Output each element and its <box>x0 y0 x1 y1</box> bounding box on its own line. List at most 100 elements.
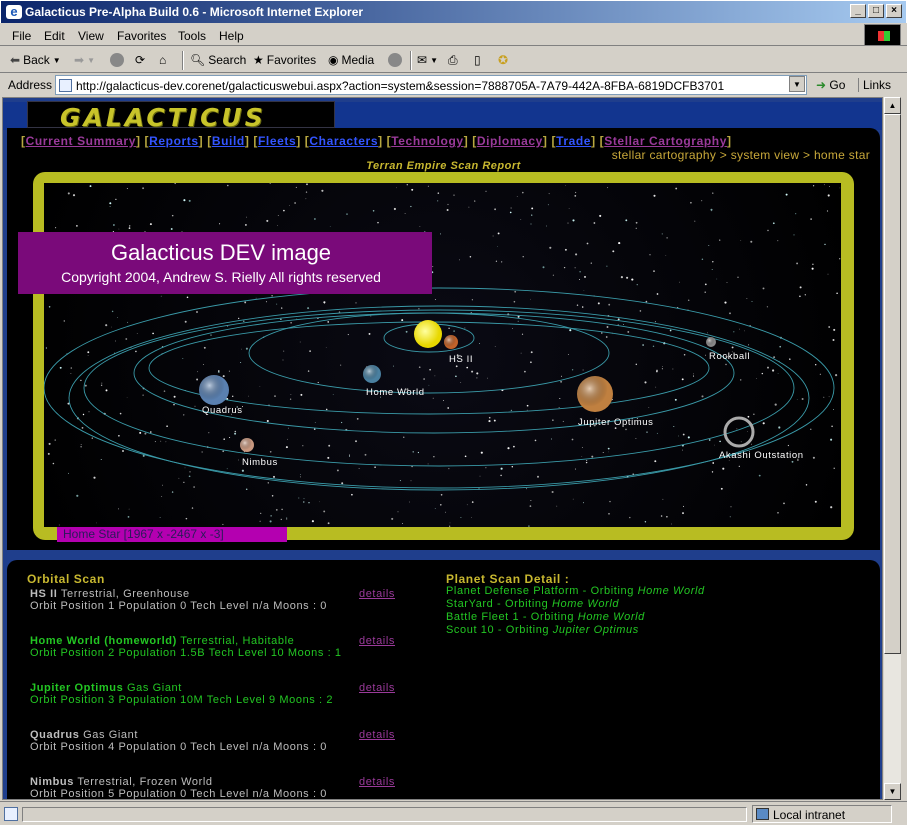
planet-label-akashi-outstation: Akashi Outstation <box>719 450 804 461</box>
menu-favorites[interactable]: Favorites <box>117 29 166 43</box>
minimize-button[interactable]: _ <box>850 4 866 18</box>
planet-label-rockball: Rockball <box>709 351 750 362</box>
detail-item: Planet Defense Platform - Orbiting Home … <box>446 585 705 597</box>
media-icon: ◉ <box>328 53 339 67</box>
nav-trade[interactable]: Trade <box>556 134 591 148</box>
nav-current-summary[interactable]: Current Summary <box>26 134 136 148</box>
nav-stellar-cartography[interactable]: Stellar Cartography <box>604 134 727 148</box>
planet-akashi-outstation-icon[interactable] <box>723 416 755 448</box>
back-arrow-icon: ⬅ <box>10 53 21 67</box>
orbital-item-quadrus: Quadrus Gas Giant Orbit Position 4 Popul… <box>30 729 327 753</box>
location-tab: Home Star [1967 x -2467 x -3] <box>57 527 287 542</box>
orbital-item-nimbus: Nimbus Terrestrial, Frozen World Orbit P… <box>30 776 327 800</box>
planet-home-world-shading <box>363 365 381 383</box>
favorites-icon: ★ <box>253 53 264 67</box>
details-link-home-world[interactable]: details <box>359 635 395 647</box>
refresh-button[interactable]: ⟳ <box>135 53 145 67</box>
planet-quadrus-shading <box>199 375 229 405</box>
nav-fleets[interactable]: Fleets <box>258 134 296 148</box>
window-title: Galacticus Pre-Alpha Build 0.6 - Microso… <box>25 5 364 19</box>
planet-label-nimbus: Nimbus <box>242 457 278 468</box>
scan-report-title: Terran Empire Scan Report <box>366 160 521 172</box>
home-icon: ⌂ <box>159 53 167 67</box>
window-titlebar[interactable]: e Galacticus Pre-Alpha Build 0.6 - Micro… <box>0 0 907 23</box>
details-link-jupiter-optimus[interactable]: details <box>359 682 395 694</box>
menu-tools[interactable]: Tools <box>178 29 206 43</box>
refresh-icon: ⟳ <box>135 53 146 67</box>
home-button[interactable]: ⌂ <box>159 53 166 67</box>
nav-diplomacy[interactable]: Diplomacy <box>477 134 543 148</box>
nav-build[interactable]: Build <box>212 134 245 148</box>
orbital-scan-heading: Orbital Scan <box>27 572 105 586</box>
vertical-scrollbar[interactable]: ▲ ▼ <box>884 97 901 800</box>
menu-file[interactable]: File <box>12 29 31 43</box>
details-link-quadrus[interactable]: details <box>359 729 395 741</box>
messenger-icon: ✪ <box>498 53 509 67</box>
favorites-button[interactable]: ★ Favorites <box>253 53 316 67</box>
history-icon <box>388 53 402 67</box>
watermark-copyright: Copyright 2004, Andrew S. Rielly All rig… <box>61 269 381 285</box>
menu-bar: File Edit View Favorites Tools Help <box>0 24 907 46</box>
main-nav: [Current Summary] [Reports] [Build] [Fle… <box>21 134 732 148</box>
planet-label-quadrus: Quadrus <box>202 405 243 416</box>
sun-icon[interactable] <box>414 320 442 348</box>
scroll-up-button[interactable]: ▲ <box>884 97 901 114</box>
edit-icon: ▯ <box>474 53 481 67</box>
galacticus-page: GALACTICUS [Current Summary] [Reports] [… <box>3 98 882 800</box>
address-bar: Address http://galacticus-dev.corenet/ga… <box>0 74 907 96</box>
windows-flag-icon <box>864 24 901 46</box>
status-bar: Local intranet <box>0 801 907 825</box>
address-dropdown-button[interactable]: ▼ <box>789 76 805 92</box>
print-button[interactable]: ⎙ <box>448 53 458 68</box>
close-button[interactable]: × <box>886 4 902 18</box>
menu-edit[interactable]: Edit <box>44 29 65 43</box>
scroll-down-button[interactable]: ▼ <box>884 783 901 800</box>
logo-box: GALACTICUS <box>27 101 335 132</box>
planet-label-jupiter-optimus: Jupiter Optimus <box>578 417 654 428</box>
history-button[interactable] <box>388 53 402 67</box>
search-icon: 🔍︎ <box>190 53 206 67</box>
go-arrow-icon: ➜ <box>816 78 827 92</box>
media-button[interactable]: ◉ Media <box>328 53 374 67</box>
planet-label-hs-ii: HS II <box>449 354 473 365</box>
scroll-thumb[interactable] <box>884 114 901 654</box>
nav-reports[interactable]: Reports <box>149 134 199 148</box>
menu-help[interactable]: Help <box>219 29 244 43</box>
planet-label-home-world: Home World <box>366 387 425 398</box>
back-button[interactable]: ⬅ Back ▼ <box>10 53 61 67</box>
nav-characters[interactable]: Characters <box>309 134 378 148</box>
dev-watermark: Galacticus DEV image Copyright 2004, And… <box>18 232 432 294</box>
planet-jupiter-optimus-shading <box>577 376 613 412</box>
address-input[interactable]: http://galacticus-dev.corenet/galacticus… <box>55 75 807 95</box>
intranet-icon <box>756 808 769 820</box>
detail-item: StarYard - Orbiting Home World <box>446 598 620 610</box>
edit-button[interactable]: ▯ <box>474 53 481 67</box>
planet-hs-ii-shading <box>444 335 458 349</box>
links-button[interactable]: Links <box>858 78 891 92</box>
nav-technology[interactable]: Technology <box>391 134 463 148</box>
orbital-item-jupiter-optimus: Jupiter Optimus Gas Giant Orbit Position… <box>30 682 334 706</box>
messenger-button[interactable]: ✪ <box>498 53 508 67</box>
page-status-icon <box>4 807 18 821</box>
security-zone: Local intranet <box>752 805 892 823</box>
menu-view[interactable]: View <box>78 29 104 43</box>
details-link-nimbus[interactable]: details <box>359 776 395 788</box>
toolbar: ⬅ Back ▼ ➡ ▼ ⟳ ⌂ 🔍︎ Search ★ Favorites ◉ Media… <box>0 47 907 73</box>
go-button[interactable]: ➜ Go <box>816 78 845 92</box>
planet-rockball-shading <box>706 337 716 347</box>
mail-button[interactable]: ✉ ▼ <box>417 53 438 67</box>
print-icon: ⎙ <box>448 53 458 67</box>
forward-button[interactable]: ➡ ▼ <box>74 53 95 67</box>
address-label: Address <box>8 78 53 92</box>
stop-button[interactable] <box>110 53 124 67</box>
ie-logo-icon: e <box>6 5 22 19</box>
orbit-rings <box>44 287 835 491</box>
detail-item: Scout 10 - Orbiting Jupiter Optimus <box>446 624 639 636</box>
search-button[interactable]: 🔍︎ Search <box>190 53 246 67</box>
mail-icon: ✉ <box>417 53 428 67</box>
planet-nimbus-shading <box>240 438 254 452</box>
maximize-button[interactable]: □ <box>868 4 884 18</box>
system-map-frame: HS II Home World Quadrus Nimbus Rockball Jupi… <box>33 172 854 540</box>
detail-item: Battle Fleet 1 - Orbiting Home World <box>446 611 645 623</box>
details-link-hs2[interactable]: details <box>359 588 395 600</box>
